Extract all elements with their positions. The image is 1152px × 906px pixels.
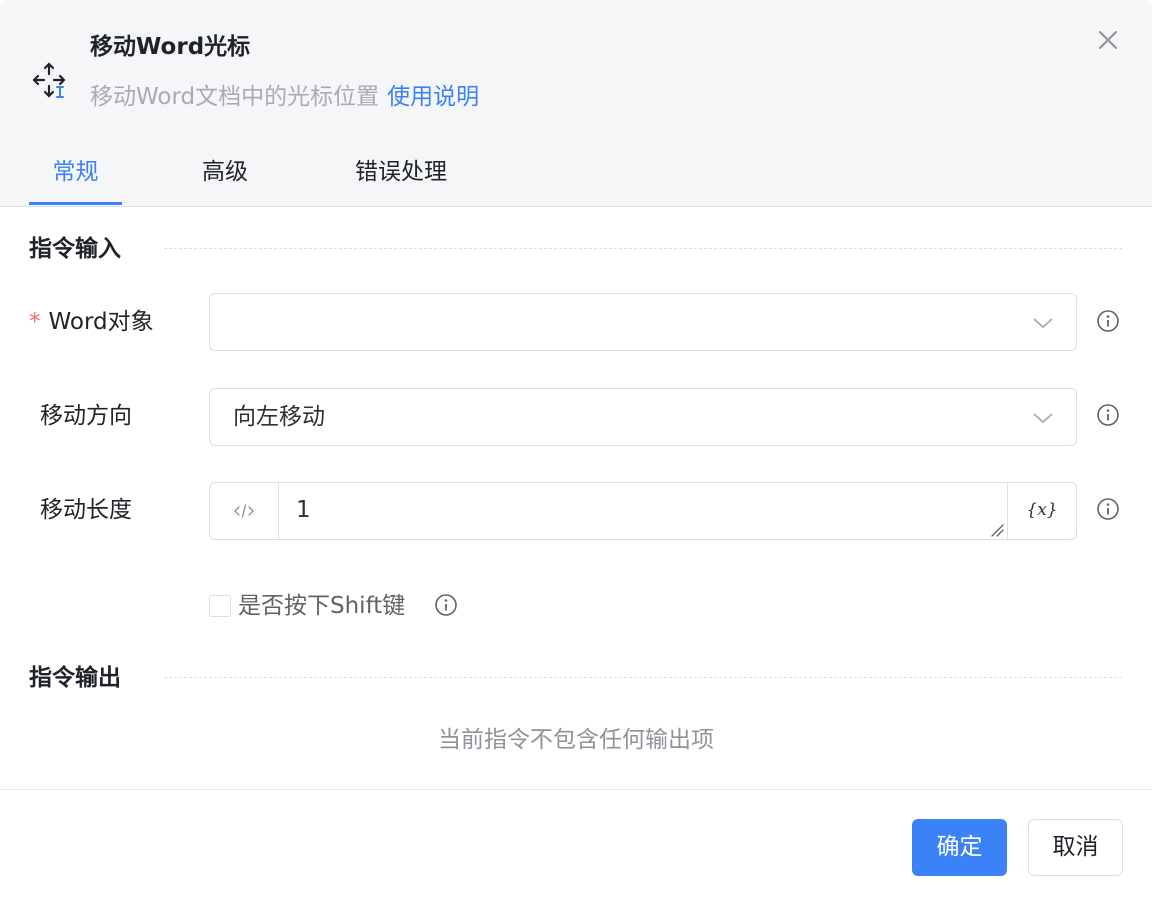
dialog-title: 移动Word光标	[90, 34, 251, 60]
section-divider	[164, 248, 1122, 249]
tab-error-handling[interactable]: 错误处理	[340, 150, 462, 205]
section-divider	[164, 677, 1122, 678]
move-word-cursor-dialog: 移动Word光标 移动Word文档中的光标位置 使用说明 常规 高级 错误处理 指…	[0, 0, 1152, 906]
chevron-down-icon	[1033, 413, 1053, 424]
cancel-button[interactable]: 取消	[1028, 819, 1123, 876]
required-mark: *	[29, 309, 41, 335]
length-label: 移动长度	[40, 497, 132, 523]
word-object-select[interactable]	[209, 293, 1077, 351]
shift-checkbox-label[interactable]: 是否按下Shift键	[238, 590, 405, 622]
input-section-title: 指令输入	[29, 236, 121, 262]
direction-value: 向左移动	[233, 404, 325, 430]
code-mode-toggle[interactable]	[210, 483, 279, 539]
chevron-down-icon	[1033, 318, 1053, 329]
shift-checkbox[interactable]	[209, 595, 231, 617]
output-section-title: 指令输出	[29, 665, 121, 691]
tab-general[interactable]: 常规	[29, 150, 122, 205]
footer-divider	[0, 789, 1152, 790]
tab-bar: 常规 高级 错误处理	[0, 150, 1152, 207]
info-icon[interactable]	[1096, 497, 1120, 521]
dialog-header: 移动Word光标 移动Word文档中的光标位置 使用说明 常规 高级 错误处理	[0, 0, 1152, 207]
confirm-button[interactable]: 确定	[912, 819, 1007, 876]
info-icon[interactable]	[434, 593, 458, 617]
tab-advanced[interactable]: 高级	[182, 150, 268, 205]
direction-label: 移动方向	[40, 403, 132, 429]
word-object-label-text: Word对象	[48, 309, 154, 335]
insert-variable-button[interactable]: {x}	[1007, 483, 1076, 539]
word-object-label: * Word对象	[29, 306, 154, 338]
code-icon	[234, 504, 254, 518]
info-icon[interactable]	[1096, 309, 1120, 333]
active-tab-indicator	[29, 202, 122, 205]
length-input[interactable]: 1	[296, 494, 311, 526]
resize-handle-icon[interactable]	[990, 523, 1004, 537]
length-input-group: 1 {x}	[209, 482, 1077, 540]
close-icon[interactable]	[1094, 26, 1122, 54]
empty-output-message: 当前指令不包含任何输出项	[438, 727, 714, 753]
subtitle-text: 移动Word文档中的光标位置	[90, 84, 380, 110]
move-cursor-icon	[32, 62, 66, 98]
direction-select[interactable]: 向左移动	[209, 388, 1077, 446]
dialog-subtitle: 移动Word文档中的光标位置 使用说明	[90, 81, 479, 113]
info-icon[interactable]	[1096, 403, 1120, 427]
help-link[interactable]: 使用说明	[387, 84, 479, 110]
